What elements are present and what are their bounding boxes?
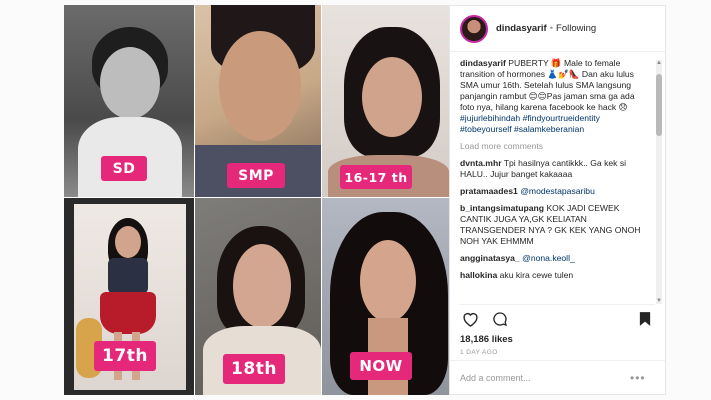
add-comment-bar: ••• bbox=[450, 360, 665, 394]
comment: pratamaades1 @modestapasaribu bbox=[460, 186, 651, 197]
separator: • bbox=[549, 23, 554, 34]
photo-collage: SD SMP 16-17 th 17th 18th NOW bbox=[64, 5, 449, 395]
comments-scrollbar[interactable]: ▲ ▼ bbox=[656, 60, 662, 304]
comment-username[interactable]: angginatasya_ bbox=[460, 253, 520, 263]
comments-section: dindasyarif PUBERTY 🎁 Male to female tra… bbox=[460, 58, 651, 302]
photo-sd: SD bbox=[64, 5, 194, 197]
photo-now: NOW bbox=[322, 198, 449, 395]
label-16-17: 16-17 th bbox=[340, 165, 412, 189]
username-link[interactable]: dindasyarif bbox=[496, 23, 547, 34]
comment: dvnta.mhr Tpi hasilnya cantikkk.. Ga kek… bbox=[460, 158, 651, 180]
scrollbar-thumb[interactable] bbox=[656, 74, 662, 136]
comment: hallokina aku kira cewe tulen bbox=[460, 270, 651, 281]
more-options-icon[interactable]: ••• bbox=[630, 371, 646, 385]
scroll-down-arrow-icon[interactable]: ▼ bbox=[656, 298, 662, 304]
likes-count[interactable]: 18,186 likes bbox=[460, 334, 513, 345]
comment: angginatasya_ @nona.keoll_ bbox=[460, 253, 651, 264]
label-sd: SD bbox=[101, 156, 147, 181]
label-18th: 18th bbox=[223, 354, 285, 384]
caption-hashtags[interactable]: #jujurlebihindah #findyourtrueidentity #… bbox=[460, 113, 600, 134]
comment-text: aku kira cewe tulen bbox=[499, 270, 574, 280]
comment-username[interactable]: b_intangsimatupang bbox=[460, 203, 544, 213]
bookmark-icon[interactable] bbox=[635, 309, 655, 329]
heart-icon[interactable] bbox=[460, 309, 480, 329]
comment-icon[interactable] bbox=[490, 309, 510, 329]
scroll-up-arrow-icon[interactable]: ▲ bbox=[656, 60, 662, 66]
comment-username[interactable]: dvnta.mhr bbox=[460, 158, 502, 168]
avatar[interactable] bbox=[460, 14, 488, 43]
label-smp: SMP bbox=[227, 163, 285, 188]
post-panel: dindasyarif • Following dindasyarif PUBERT… bbox=[449, 5, 666, 395]
label-17th: 17th bbox=[94, 341, 156, 371]
photo-smp: SMP bbox=[195, 5, 321, 197]
comment-username[interactable]: pratamaades1 bbox=[460, 186, 518, 196]
post-timestamp[interactable]: 1 DAY AGO bbox=[460, 349, 498, 356]
comment-mention[interactable]: @nona.keoll_ bbox=[522, 253, 575, 263]
comment-username[interactable]: hallokina bbox=[460, 270, 497, 280]
label-now: NOW bbox=[350, 352, 412, 380]
comment-mention[interactable]: @modestapasaribu bbox=[520, 186, 595, 196]
photo-18th: 18th bbox=[195, 198, 321, 395]
user-line: dindasyarif • Following bbox=[496, 23, 596, 34]
action-bar bbox=[460, 304, 655, 332]
photo-17th: 17th bbox=[64, 198, 194, 395]
post-header: dindasyarif • Following bbox=[450, 6, 665, 52]
caption-username[interactable]: dindasyarif bbox=[460, 58, 506, 68]
photo-16-17: 16-17 th bbox=[322, 5, 449, 197]
add-comment-input[interactable] bbox=[460, 372, 630, 383]
following-button[interactable]: Following bbox=[556, 23, 596, 34]
comment: b_intangsimatupang KOK JADI CEWEK CANTIK… bbox=[460, 203, 651, 247]
caption: dindasyarif PUBERTY 🎁 Male to female tra… bbox=[460, 58, 651, 135]
load-more-comments[interactable]: Load more comments bbox=[460, 141, 651, 152]
